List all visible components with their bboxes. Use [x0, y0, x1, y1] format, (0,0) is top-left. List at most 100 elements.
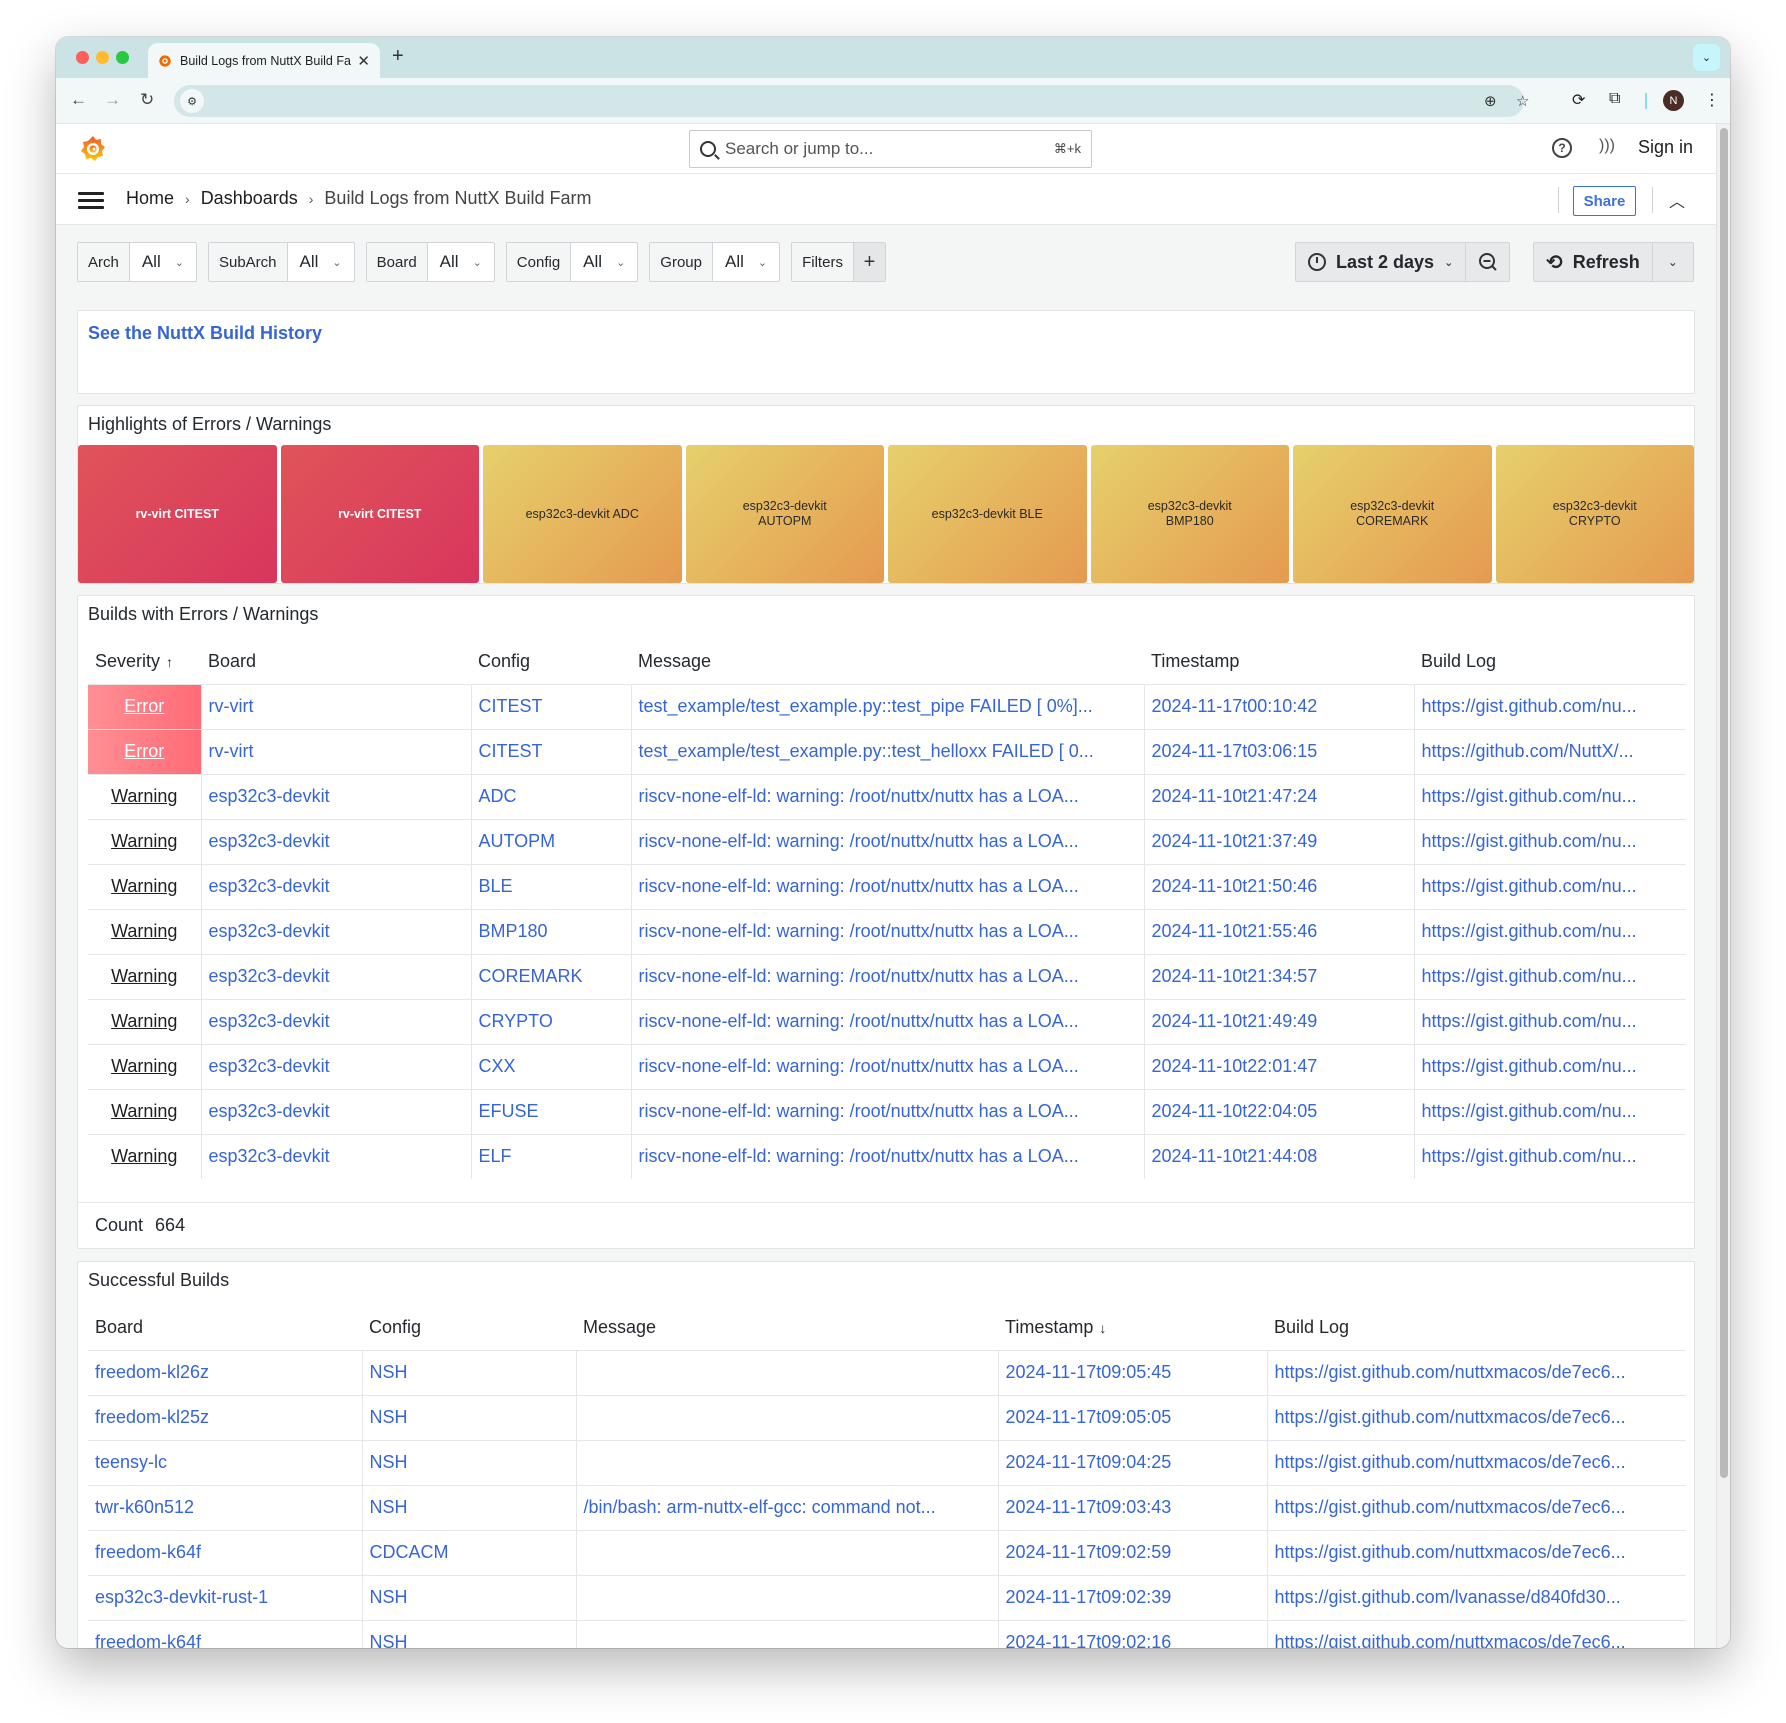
- config-link[interactable]: NSH: [370, 1632, 408, 1648]
- highlight-tile[interactable]: esp32c3-devkit CRYPTO: [1495, 445, 1694, 583]
- refresh-button[interactable]: ⟲ Refresh: [1534, 243, 1653, 281]
- config-link[interactable]: BMP180: [479, 921, 548, 941]
- column-header-board[interactable]: Board: [88, 1306, 362, 1350]
- config-link[interactable]: NSH: [370, 1407, 408, 1427]
- filter-select[interactable]: All ⌄: [428, 243, 494, 281]
- board-link[interactable]: esp32c3-devkit: [209, 831, 330, 851]
- build-log-link[interactable]: https://gist.github.com/nu...: [1422, 966, 1637, 986]
- severity-link[interactable]: Warning: [111, 1011, 177, 1031]
- board-link[interactable]: esp32c3-devkit: [209, 1101, 330, 1121]
- sign-in-link[interactable]: Sign in: [1638, 137, 1693, 158]
- bookmark-star-icon[interactable]: ☆: [1516, 92, 1529, 110]
- config-link[interactable]: CXX: [479, 1056, 516, 1076]
- menu-icon[interactable]: [78, 192, 104, 209]
- board-link[interactable]: esp32c3-devkit: [209, 786, 330, 806]
- maximize-window-button[interactable]: [116, 51, 129, 64]
- board-link[interactable]: teensy-lc: [95, 1452, 167, 1472]
- board-link[interactable]: esp32c3-devkit: [209, 966, 330, 986]
- build-log-link[interactable]: https://gist.github.com/nu...: [1422, 1146, 1637, 1166]
- filter-arch[interactable]: Arch All ⌄: [77, 242, 197, 282]
- config-link[interactable]: NSH: [370, 1452, 408, 1472]
- config-link[interactable]: NSH: [370, 1497, 408, 1517]
- zoom-icon[interactable]: ⊕: [1484, 92, 1497, 110]
- highlight-tile[interactable]: rv-virt CITEST: [78, 445, 277, 583]
- message-link[interactable]: riscv-none-elf-ld: warning: /root/nuttx/…: [639, 966, 1079, 986]
- timestamp-link[interactable]: 2024-11-17t09:05:05: [1006, 1407, 1172, 1427]
- highlight-tile[interactable]: esp32c3-devkit COREMARK: [1293, 445, 1492, 583]
- severity-link[interactable]: Warning: [111, 1101, 177, 1121]
- timestamp-link[interactable]: 2024-11-10t21:55:46: [1152, 921, 1318, 941]
- filter-select[interactable]: All ⌄: [713, 243, 779, 281]
- severity-link[interactable]: Warning: [111, 786, 177, 806]
- build-history-link[interactable]: See the NuttX Build History: [88, 323, 322, 344]
- config-link[interactable]: CITEST: [479, 741, 543, 761]
- timestamp-link[interactable]: 2024-11-17t09:04:25: [1006, 1452, 1172, 1472]
- board-link[interactable]: esp32c3-devkit: [209, 1011, 330, 1031]
- filter-select[interactable]: All ⌄: [571, 243, 637, 281]
- build-log-link[interactable]: https://gist.github.com/nuttxmacos/de7ec…: [1275, 1452, 1626, 1472]
- tab-search-button[interactable]: ⌄: [1693, 44, 1720, 71]
- extensions-icon[interactable]: ⧉: [1609, 90, 1620, 108]
- build-log-link[interactable]: https://github.com/NuttX/...: [1422, 741, 1634, 761]
- column-header-build-log[interactable]: Build Log: [1267, 1306, 1686, 1350]
- message-link[interactable]: riscv-none-elf-ld: warning: /root/nuttx/…: [639, 1146, 1079, 1166]
- timestamp-link[interactable]: 2024-11-17t09:05:45: [1006, 1362, 1172, 1382]
- severity-link[interactable]: Error: [124, 696, 164, 716]
- message-link[interactable]: riscv-none-elf-ld: warning: /root/nuttx/…: [639, 1056, 1079, 1076]
- board-link[interactable]: freedom-kl25z: [95, 1407, 209, 1427]
- config-link[interactable]: NSH: [370, 1587, 408, 1607]
- highlight-tile[interactable]: esp32c3-devkit ADC: [483, 445, 682, 583]
- board-link[interactable]: esp32c3-devkit: [209, 921, 330, 941]
- timestamp-link[interactable]: 2024-11-17t09:02:39: [1006, 1587, 1172, 1607]
- new-tab-button[interactable]: +: [392, 45, 404, 68]
- config-link[interactable]: EFUSE: [479, 1101, 539, 1121]
- board-link[interactable]: rv-virt: [209, 741, 254, 761]
- config-link[interactable]: AUTOPM: [479, 831, 556, 851]
- time-range-button[interactable]: Last 2 days ⌄: [1296, 243, 1467, 281]
- filter-board[interactable]: Board All ⌄: [365, 242, 495, 282]
- timestamp-link[interactable]: 2024-11-10t22:04:05: [1152, 1101, 1318, 1121]
- config-link[interactable]: BLE: [479, 876, 513, 896]
- reload-icon[interactable]: ↻: [140, 90, 154, 110]
- timestamp-link[interactable]: 2024-11-10t22:01:47: [1152, 1056, 1318, 1076]
- timestamp-link[interactable]: 2024-11-17t03:06:15: [1152, 741, 1318, 761]
- build-log-link[interactable]: https://gist.github.com/lvanasse/d840fd3…: [1275, 1587, 1621, 1607]
- column-header-config[interactable]: Config: [471, 640, 631, 684]
- filter-select[interactable]: All ⌄: [130, 243, 196, 281]
- breadcrumb-home[interactable]: Home: [126, 188, 174, 209]
- site-settings-icon[interactable]: ⚙: [180, 89, 204, 113]
- build-log-link[interactable]: https://gist.github.com/nuttxmacos/de7ec…: [1275, 1632, 1626, 1648]
- column-header-message[interactable]: Message: [576, 1306, 998, 1350]
- message-link[interactable]: test_example/test_example.py::test_hello…: [639, 741, 1094, 761]
- highlight-tile[interactable]: rv-virt CITEST: [280, 445, 479, 583]
- highlight-tile[interactable]: esp32c3-devkit BLE: [888, 445, 1087, 583]
- column-header-board[interactable]: Board: [201, 640, 471, 684]
- scrollbar-thumb[interactable]: [1720, 128, 1728, 1478]
- severity-link[interactable]: Warning: [111, 1146, 177, 1166]
- board-link[interactable]: freedom-k64f: [95, 1542, 201, 1562]
- timestamp-link[interactable]: 2024-11-10t21:49:49: [1152, 1011, 1318, 1031]
- message-link[interactable]: /bin/bash: arm-nuttx-elf-gcc: command no…: [584, 1497, 936, 1517]
- page-scrollbar[interactable]: [1716, 124, 1730, 1648]
- browser-tab[interactable]: Build Logs from NuttX Build Farm ✕: [148, 43, 380, 78]
- column-header-config[interactable]: Config: [362, 1306, 576, 1350]
- forward-icon[interactable]: →: [104, 90, 121, 110]
- message-link[interactable]: test_example/test_example.py::test_pipe …: [639, 696, 1093, 716]
- build-log-link[interactable]: https://gist.github.com/nuttxmacos/de7ec…: [1275, 1497, 1626, 1517]
- message-link[interactable]: riscv-none-elf-ld: warning: /root/nuttx/…: [639, 786, 1079, 806]
- build-log-link[interactable]: https://gist.github.com/nuttxmacos/de7ec…: [1275, 1542, 1626, 1562]
- browser-menu-icon[interactable]: ⋮: [1704, 90, 1720, 110]
- grafana-logo-icon[interactable]: [78, 134, 108, 164]
- message-link[interactable]: riscv-none-elf-ld: warning: /root/nuttx/…: [639, 831, 1079, 851]
- add-filter-button[interactable]: +: [852, 243, 885, 281]
- build-log-link[interactable]: https://gist.github.com/nu...: [1422, 786, 1637, 806]
- build-log-link[interactable]: https://gist.github.com/nuttxmacos/de7ec…: [1275, 1362, 1626, 1382]
- severity-link[interactable]: Warning: [111, 1056, 177, 1076]
- column-header-timestamp[interactable]: Timestamp ↓: [998, 1306, 1267, 1350]
- board-link[interactable]: esp32c3-devkit: [209, 1056, 330, 1076]
- build-log-link[interactable]: https://gist.github.com/nu...: [1422, 1056, 1637, 1076]
- help-icon[interactable]: ?: [1552, 138, 1572, 158]
- address-bar[interactable]: ⚙ ⊕ ☆: [174, 85, 1529, 117]
- news-feed-icon[interactable]: ))): [1599, 137, 1615, 155]
- minimize-window-button[interactable]: [96, 51, 109, 64]
